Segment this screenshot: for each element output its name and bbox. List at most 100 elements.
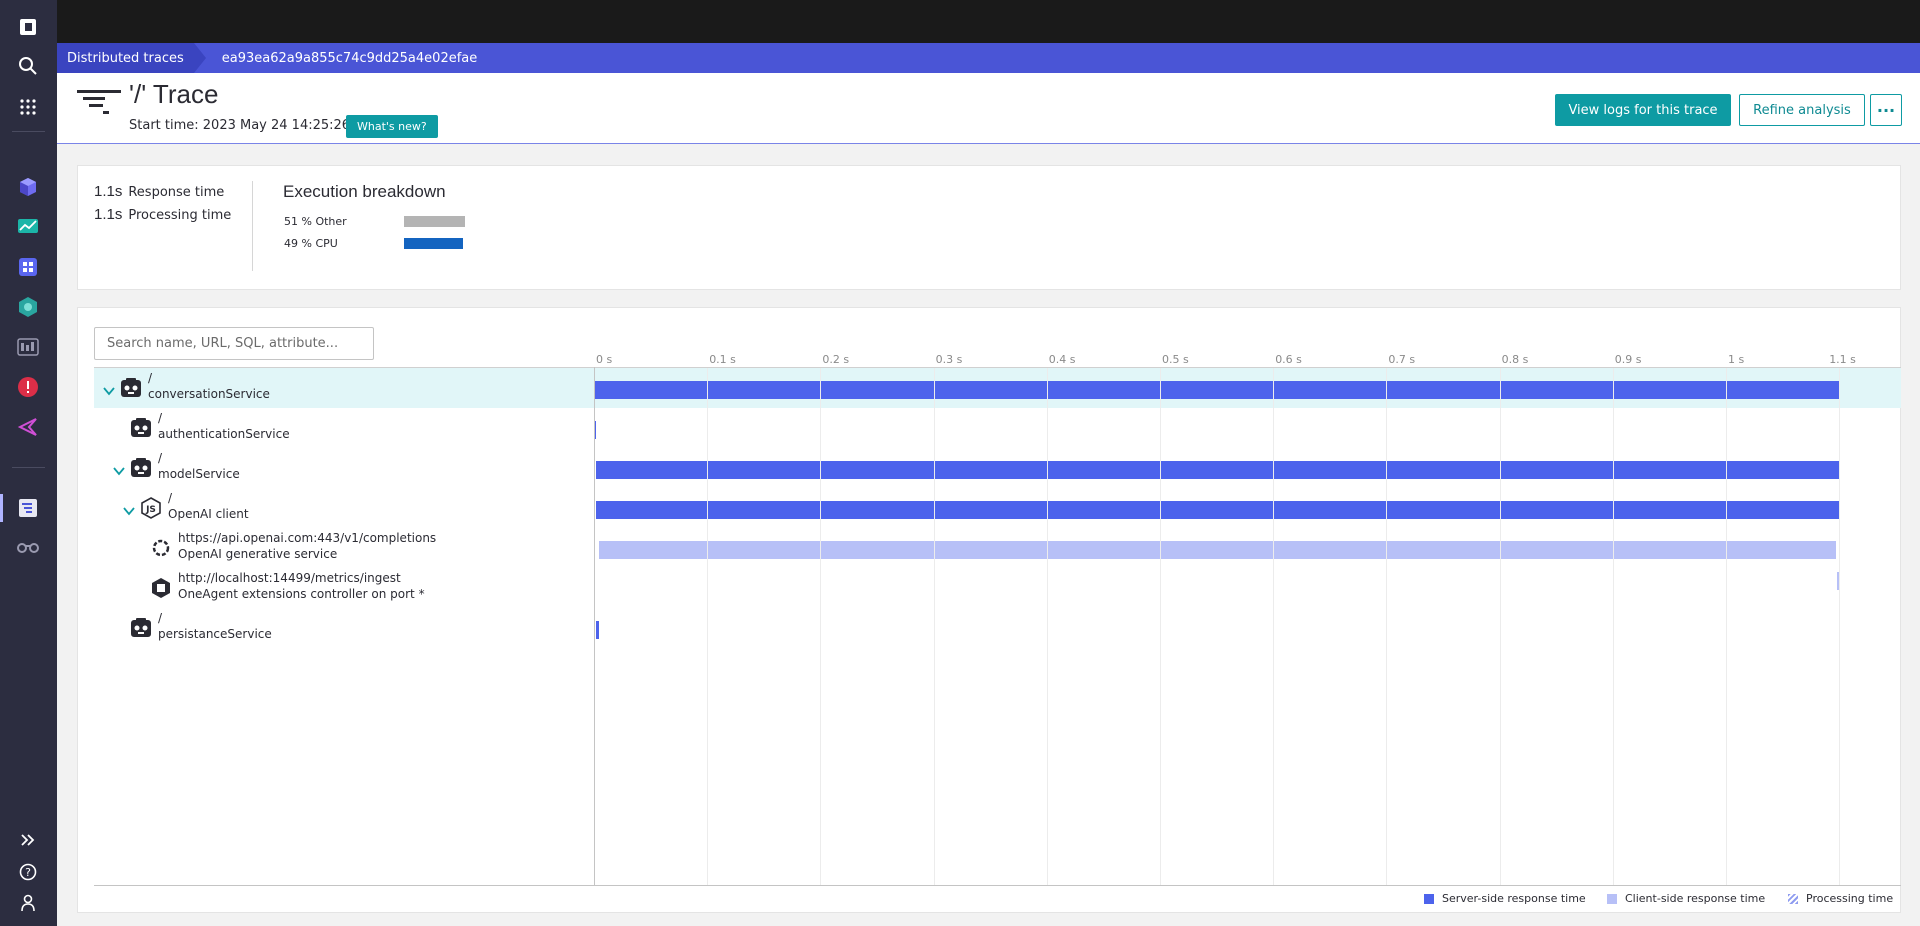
infrastructure-icon[interactable] [14,213,42,241]
row-service: conversationService [148,387,270,401]
breadcrumb-distributed-traces[interactable]: Distributed traces [57,43,206,73]
svg-text:?: ? [25,866,31,879]
legend-client: Client-side response time [1607,892,1765,905]
grid-line [1612,368,1614,885]
legend-server: Server-side response time [1424,892,1586,905]
trace-row[interactable]: http://localhost:14499/metrics/ingest One… [94,568,1901,608]
tick-label: 0.5 s [1162,353,1189,366]
legend-client-label: Client-side response time [1625,892,1766,905]
server-response-bar[interactable] [596,461,1840,479]
workflows-icon[interactable] [14,413,42,441]
trace-row[interactable]: JS / OpenAI client [94,488,1901,528]
problems-icon[interactable] [14,373,42,401]
help-icon[interactable]: ? [14,858,42,886]
row-service: OneAgent extensions controller on port * [178,587,425,601]
dashboard-icon[interactable] [14,253,42,281]
row-service: modelService [158,467,240,481]
server-response-bar[interactable] [596,621,599,639]
processing-time-label: Processing time [128,208,232,223]
whats-new-button[interactable]: What's new? [346,115,438,138]
trace-row[interactable]: / modelService [94,448,1901,488]
processing-time-metric: 1.1s Processing time [94,206,231,223]
breakdown-other-bar [404,216,465,227]
expand-chevron-icon[interactable] [113,462,125,476]
metrics-icon[interactable] [14,333,42,361]
service-icon [130,417,152,439]
row-name: / [158,451,163,465]
user-icon[interactable] [14,889,42,917]
distributed-traces-icon[interactable] [14,494,42,522]
trace-row[interactable]: / authenticationService [94,408,1901,448]
timeline-axis [594,367,595,886]
search-input[interactable] [94,327,374,360]
tick-label: 0.8 s [1501,353,1529,366]
dynatrace-logo-icon[interactable] [14,13,42,41]
service-icon [120,377,142,399]
waterfall-bottom-line [94,885,1901,886]
trace-waterfall: / conversationService / authenticationServi… [77,307,1901,913]
trace-row[interactable]: / persistanceService [94,608,1901,648]
client-response-bar[interactable] [598,541,1836,559]
grid-line [820,368,822,885]
legend-processing-swatch [1788,893,1798,904]
row-name: / [158,411,163,425]
server-response-bar[interactable] [594,381,1840,399]
extension-icon [150,577,172,599]
legend-client-swatch [1607,893,1617,904]
response-time-metric: 1.1s Response time [94,183,224,200]
breakdown-other-label: 51 % Other [284,215,347,228]
server-response-bar[interactable] [596,501,1840,519]
search-icon[interactable] [14,52,42,80]
page-title: '/' Trace [129,79,219,109]
legend-processing: Processing time [1788,892,1893,905]
tick-label: 0 s [596,353,613,366]
grid-line [1499,368,1501,885]
breakdown-cpu-bar [404,238,463,249]
view-logs-button[interactable]: View logs for this trace [1555,94,1731,126]
row-name: https://api.openai.com:443/v1/completion… [178,531,437,545]
cube-icon[interactable] [14,173,42,201]
refine-analysis-button[interactable]: Refine analysis [1739,94,1865,126]
more-actions-button[interactable]: ··· [1870,94,1902,126]
observe-icon[interactable] [14,533,42,561]
svg-text:JS: JS [145,505,156,515]
legend-processing-label: Processing time [1806,892,1894,905]
nodejs-icon: JS [140,497,162,519]
tick-label: 0.4 s [1048,353,1076,366]
grid-line [933,368,935,885]
grid-line [1046,368,1048,885]
row-name: / [158,611,163,625]
trace-summary-card: 1.1s Response time 1.1s Processing time Ex… [77,165,1901,290]
nav-active-indicator [0,494,3,522]
tick-label: 1.1 s [1829,353,1856,366]
trace-row[interactable]: https://api.openai.com:443/v1/completion… [94,528,1901,568]
tick-label: 0.1 s [709,353,736,366]
tick-label: 0.3 s [935,353,963,366]
trace-icon [77,86,121,120]
trace-row[interactable]: / conversationService [94,368,1901,408]
breakdown-cpu-label: 49 % CPU [284,237,338,250]
breadcrumb: Distributed traces ea93ea62a9a855c74c9dd… [57,43,1920,73]
row-name: http://localhost:14499/metrics/ingest [178,571,401,585]
row-service: OpenAI generative service [178,547,338,561]
response-time-value: 1.1s [94,183,123,200]
apps-grid-icon[interactable] [14,93,42,121]
breadcrumb-trace-id: ea93ea62a9a855c74c9dd25a4e02efae [221,50,478,66]
expand-chevron-icon[interactable] [123,502,135,516]
expand-chevron-icon[interactable] [103,382,115,396]
hub-icon[interactable] [14,293,42,321]
grid-line [707,368,709,885]
execution-breakdown-title: Execution breakdown [283,182,446,201]
row-service: authenticationService [158,427,290,441]
tick-label: 0.6 s [1275,353,1302,366]
row-service: persistanceService [158,627,272,641]
expand-icon[interactable] [14,826,42,854]
left-navigation: ? [0,0,57,926]
response-time-label: Response time [128,185,225,200]
summary-divider [252,181,253,271]
processing-time-value: 1.1s [94,206,123,223]
grid-line [1386,368,1388,885]
row-name: / [148,371,153,385]
tick-label: 0.2 s [822,353,850,366]
row-name: / [168,491,173,505]
